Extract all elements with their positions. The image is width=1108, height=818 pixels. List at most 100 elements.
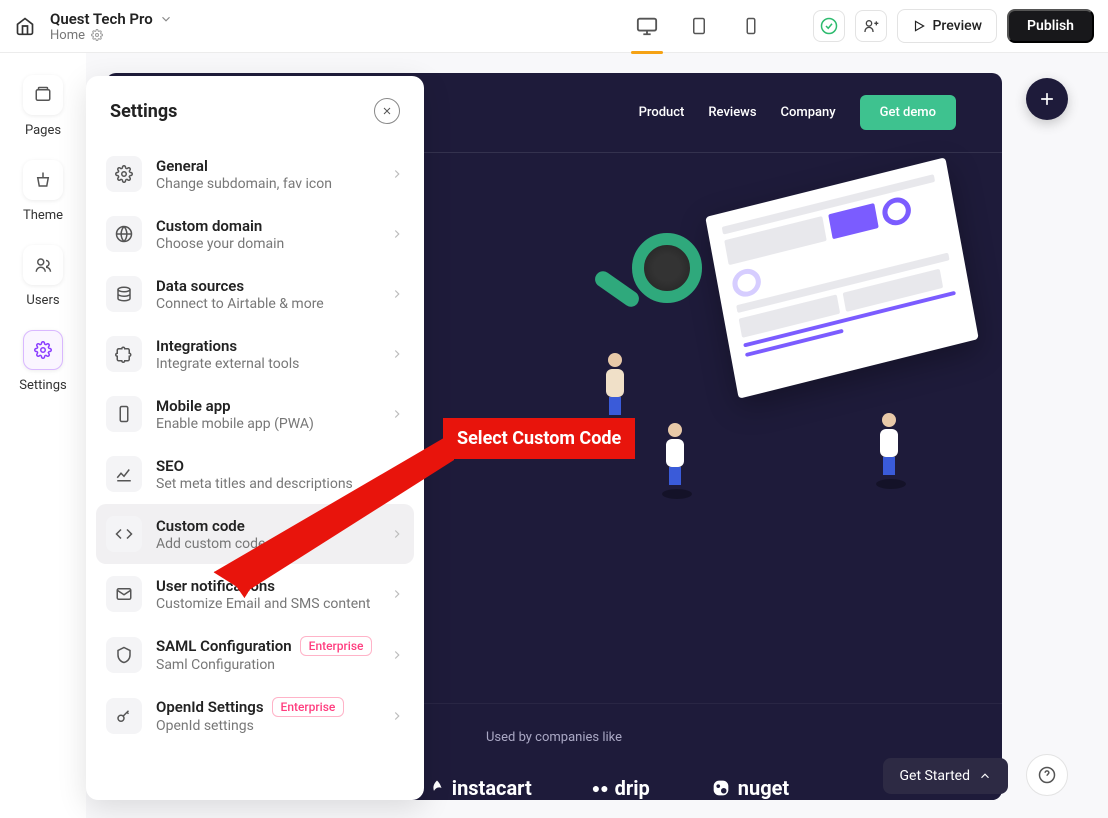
callout-label: Select Custom Code (443, 418, 635, 459)
rail-item-settings[interactable]: Settings (19, 330, 66, 393)
get-started-button[interactable]: Get Started (883, 758, 1008, 794)
db-icon (106, 276, 142, 312)
device-desktop-button[interactable] (629, 8, 665, 44)
get-started-label: Get Started (899, 768, 970, 784)
settings-item-saml-configuration[interactable]: SAML Configuration EnterpriseSaml Config… (96, 624, 414, 685)
chevron-right-icon (390, 527, 404, 541)
topbar-right-tools: Preview Publish (813, 9, 1094, 43)
rail-item-pages[interactable]: Pages (23, 75, 63, 138)
logo-drip: ●●drip (592, 776, 650, 800)
help-button[interactable] (1026, 754, 1068, 796)
gear-small-icon[interactable] (91, 29, 103, 41)
rail-item-users[interactable]: Users (23, 245, 63, 308)
settings-item-integrations[interactable]: Integrations Integrate external tools (96, 324, 414, 384)
chevron-right-icon (390, 587, 404, 601)
settings-item-general[interactable]: General Change subdomain, fav icon (96, 144, 414, 204)
key-icon (106, 698, 142, 734)
settings-panel: Settings General Change subdomain, fav i… (86, 76, 424, 800)
rail-label: Users (26, 293, 59, 308)
chevron-right-icon (390, 167, 404, 181)
device-switcher (629, 8, 769, 44)
chevron-right-icon (390, 648, 404, 662)
device-mobile-button[interactable] (733, 8, 769, 44)
settings-item-sub: Integrate external tools (156, 356, 376, 372)
settings-item-sub: Set meta titles and descriptions (156, 476, 376, 492)
settings-item-title: Mobile app (156, 397, 376, 415)
status-check-button[interactable] (813, 10, 845, 42)
help-icon (1038, 766, 1056, 784)
settings-item-user-notifications[interactable]: User notifications Customize Email and S… (96, 564, 414, 624)
project-breadcrumb: Quest Tech Pro Home (50, 10, 173, 43)
gear-icon (34, 341, 52, 359)
enterprise-badge: Enterprise (300, 636, 373, 656)
pages-icon (34, 86, 52, 104)
settings-item-seo[interactable]: SEO Set meta titles and descriptions (96, 444, 414, 504)
plus-icon (1037, 89, 1057, 109)
settings-title: Settings (110, 101, 177, 122)
preview-label: Preview (932, 18, 982, 34)
settings-item-custom-domain[interactable]: Custom domain Choose your domain (96, 204, 414, 264)
close-button[interactable] (374, 98, 400, 124)
topbar: Quest Tech Pro Home Preview Publish (0, 0, 1108, 53)
nav-company[interactable]: Company (781, 105, 836, 120)
settings-item-title: User notifications (156, 577, 376, 595)
mail-icon (106, 576, 142, 612)
close-icon (381, 105, 393, 117)
chevron-right-icon (390, 347, 404, 361)
chevron-up-icon (978, 769, 992, 783)
chevron-right-icon (390, 467, 404, 481)
play-icon (912, 19, 926, 33)
settings-item-sub: Saml Configuration (156, 657, 376, 673)
settings-item-sub: Customize Email and SMS content (156, 596, 376, 612)
theme-icon (34, 171, 52, 189)
settings-item-title: Integrations (156, 337, 376, 355)
puzzle-icon (106, 336, 142, 372)
settings-item-mobile-app[interactable]: Mobile app Enable mobile app (PWA) (96, 384, 414, 444)
rail-label: Pages (25, 123, 61, 138)
logo-instacart: instacart (428, 776, 532, 800)
settings-item-sub: Choose your domain (156, 236, 376, 252)
settings-item-title: Custom code (156, 517, 376, 535)
device-tablet-button[interactable] (681, 8, 717, 44)
chevron-right-icon (390, 227, 404, 241)
settings-item-title: SAML Configuration Enterprise (156, 636, 376, 656)
home-icon[interactable] (14, 15, 36, 37)
rail-item-theme[interactable]: Theme (23, 160, 63, 223)
publish-button[interactable]: Publish (1007, 9, 1094, 43)
settings-item-title: SEO (156, 457, 376, 475)
project-name[interactable]: Quest Tech Pro (50, 10, 153, 28)
settings-item-data-sources[interactable]: Data sources Connect to Airtable & more (96, 264, 414, 324)
chevron-down-icon[interactable] (159, 12, 173, 26)
logo-nuget: nuget (710, 776, 789, 800)
settings-list[interactable]: General Change subdomain, fav iconCustom… (86, 138, 424, 800)
nav-product[interactable]: Product (639, 105, 685, 120)
settings-item-sub: Add custom code (156, 536, 376, 552)
settings-item-title: General (156, 157, 376, 175)
users-icon (34, 256, 52, 274)
shield-icon (106, 637, 142, 673)
globe-icon (106, 216, 142, 252)
add-fab[interactable] (1026, 78, 1068, 120)
breadcrumb-home[interactable]: Home (50, 28, 85, 43)
chart-icon (106, 456, 142, 492)
enterprise-badge: Enterprise (272, 697, 345, 717)
preview-button[interactable]: Preview (897, 9, 997, 43)
rail-label: Settings (19, 378, 66, 393)
settings-item-custom-code[interactable]: Custom code Add custom code (96, 504, 414, 564)
left-rail: Pages Theme Users Settings (0, 53, 86, 818)
code-icon (106, 516, 142, 552)
settings-item-title: Data sources (156, 277, 376, 295)
chevron-right-icon (390, 407, 404, 421)
get-demo-button[interactable]: Get demo (860, 95, 956, 130)
invite-user-button[interactable] (855, 10, 887, 42)
settings-item-sub: Change subdomain, fav icon (156, 176, 376, 192)
rail-label: Theme (23, 208, 63, 223)
chevron-right-icon (390, 287, 404, 301)
settings-item-sub: OpenId settings (156, 718, 376, 734)
chevron-right-icon (390, 709, 404, 723)
settings-item-sub: Enable mobile app (PWA) (156, 416, 376, 432)
settings-item-title: OpenId Settings Enterprise (156, 697, 376, 717)
settings-item-title: Custom domain (156, 217, 376, 235)
settings-item-openid-settings[interactable]: OpenId Settings EnterpriseOpenId setting… (96, 685, 414, 746)
nav-reviews[interactable]: Reviews (708, 105, 756, 120)
